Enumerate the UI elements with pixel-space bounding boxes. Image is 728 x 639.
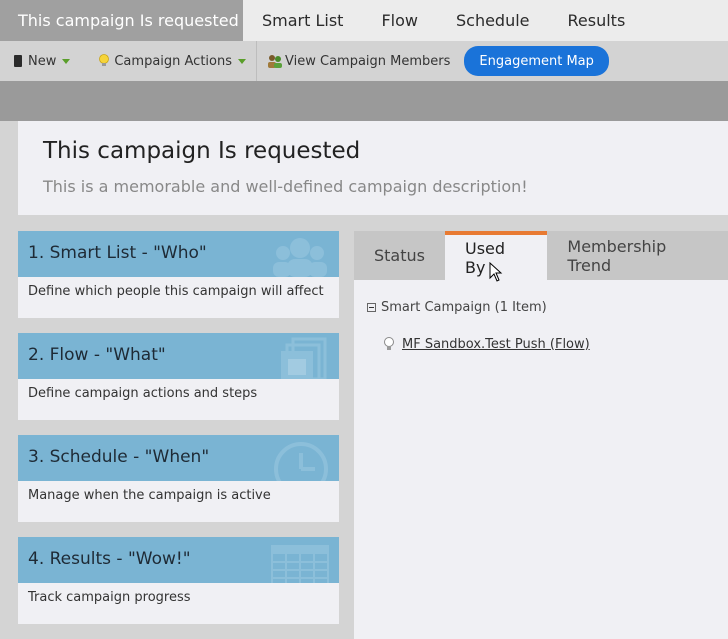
card-results[interactable]: 4. Results - "Wow!" Track campaign progr… <box>18 537 339 624</box>
card-description: Manage when the campaign is active <box>28 488 271 503</box>
people-icon <box>273 238 327 277</box>
card-title: 2. Flow - "What" <box>28 345 166 365</box>
campaign-actions-label: Campaign Actions <box>114 53 233 69</box>
page-title: This campaign Is requested <box>43 138 361 164</box>
new-icon <box>14 55 22 67</box>
smart-campaign-link[interactable]: MF Sandbox.Test Push (Flow) <box>402 337 590 352</box>
chevron-down-icon <box>62 58 71 64</box>
card-flow[interactable]: 2. Flow - "What" Define campaign actions… <box>18 333 339 420</box>
card-description: Define campaign actions and steps <box>28 386 258 401</box>
tab-campaign[interactable]: This campaign Is requested <box>0 0 243 41</box>
new-label: New <box>28 53 57 69</box>
tab-membership-trend[interactable]: Membership Trend <box>547 231 728 280</box>
card-description: Track campaign progress <box>28 590 191 605</box>
clock-icon <box>274 442 328 481</box>
view-members-button[interactable]: View Campaign Members <box>261 41 456 81</box>
tree-group-label: Smart Campaign (1 Item) <box>381 300 547 315</box>
card-header: 3. Schedule - "When" <box>18 435 339 481</box>
card-title: 1. Smart List - "Who" <box>28 243 207 263</box>
top-nav: This campaign Is requested Smart List Fl… <box>0 0 728 41</box>
card-header: 1. Smart List - "Who" <box>18 231 339 277</box>
tab-status[interactable]: Status <box>354 231 445 280</box>
tree-group-row: Smart Campaign (1 Item) <box>367 300 547 315</box>
subheader-bar <box>0 81 728 121</box>
toolbar: New Campaign Actions View Campaign Membe… <box>0 41 728 81</box>
table-icon <box>271 545 329 583</box>
card-smart-list[interactable]: 1. Smart List - "Who" Define which peopl… <box>18 231 339 318</box>
panel-tabs: Status Used By Membership Trend <box>354 231 728 280</box>
tab-smart-list[interactable]: Smart List <box>243 0 362 41</box>
card-header: 4. Results - "Wow!" <box>18 537 339 583</box>
campaign-actions-button[interactable]: Campaign Actions <box>92 41 252 81</box>
stacked-pages-icon <box>281 337 327 379</box>
lightbulb-icon <box>99 54 110 66</box>
card-header: 2. Flow - "What" <box>18 333 339 379</box>
lightbulb-icon <box>384 337 394 350</box>
campaign-header: This campaign Is requested This is a mem… <box>18 121 728 215</box>
details-panel: Status Used By Membership Trend Smart Ca… <box>354 231 728 639</box>
tab-schedule[interactable]: Schedule <box>437 0 549 41</box>
collapse-icon[interactable] <box>367 303 376 312</box>
tab-results[interactable]: Results <box>549 0 645 41</box>
card-title: 4. Results - "Wow!" <box>28 549 191 569</box>
tree-item-row: MF Sandbox.Test Push (Flow) <box>383 336 590 352</box>
card-description: Define which people this campaign will a… <box>28 284 324 299</box>
card-title: 3. Schedule - "When" <box>28 447 210 467</box>
members-icon <box>268 55 283 68</box>
new-menu-button[interactable]: New <box>0 41 76 81</box>
campaign-description: This is a memorable and well-defined cam… <box>43 177 528 196</box>
card-schedule[interactable]: 3. Schedule - "When" Manage when the cam… <box>18 435 339 522</box>
chevron-down-icon <box>238 58 247 64</box>
view-members-label: View Campaign Members <box>285 53 451 69</box>
mouse-cursor-icon <box>489 262 503 282</box>
engagement-map-button[interactable]: Engagement Map <box>464 46 609 76</box>
toolbar-divider <box>256 41 258 81</box>
tab-flow[interactable]: Flow <box>362 0 437 41</box>
